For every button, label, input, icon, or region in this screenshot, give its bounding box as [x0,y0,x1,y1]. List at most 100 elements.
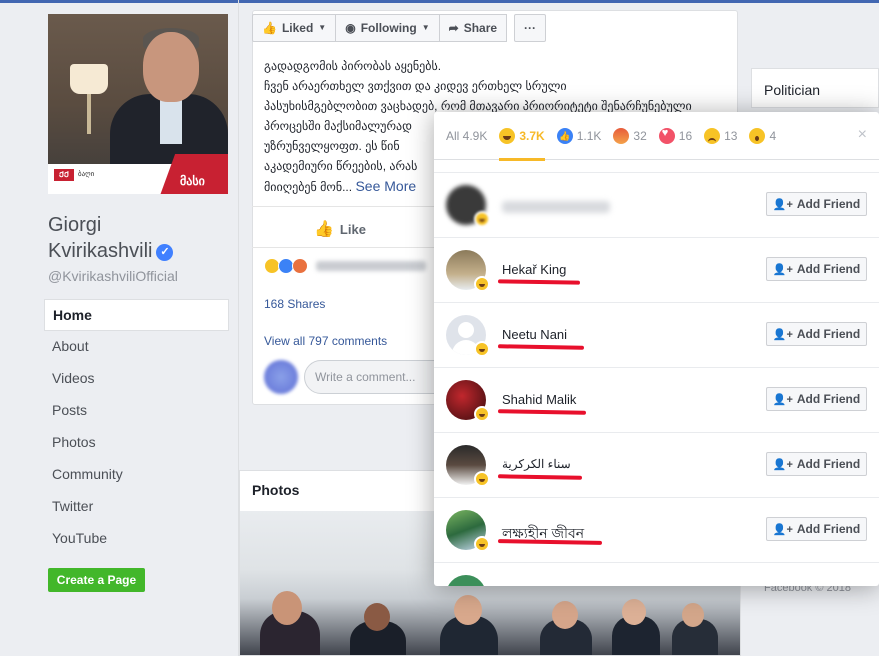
liked-label: Liked [281,21,314,35]
haha-icon [474,160,490,162]
add-friend-label: Add Friend [796,522,861,536]
add-friend-button[interactable]: 👤+ Add Friend [766,452,867,476]
add-person-icon: 👤+ [772,458,793,471]
avatar[interactable] [446,575,486,586]
avatar [264,360,298,394]
lamp-stand [87,94,91,134]
add-person-icon: 👤+ [772,328,793,341]
tab-haha[interactable]: 3.7K [499,112,546,161]
rss-icon: ◉ [345,21,356,35]
annotation-underline [497,474,583,480]
nav-item-home[interactable]: Home [44,299,229,331]
person-head [454,595,482,625]
haha-icon [474,341,490,357]
like-icon: 👍 [556,127,573,144]
view-comments-link[interactable]: View all 797 comments [264,334,387,348]
shares-count[interactable]: 168 Shares [264,297,325,311]
add-person-icon: 👤+ [772,263,793,276]
list-item: سناء الكركرية 👤+ Add Friend [434,433,879,498]
like-label: Like [339,221,366,237]
share-button[interactable]: ➦ Share [438,14,508,42]
photos-title[interactable]: Photos [252,482,299,498]
nav-item-videos[interactable]: Videos [44,363,229,395]
reactor-name[interactable]: Neetu Nani [502,327,567,342]
add-friend-label: Add Friend [796,262,861,276]
add-person-icon: 👤+ [772,393,793,406]
more-options-button[interactable]: ··· [514,14,547,42]
liked-button[interactable]: 👍 Liked ▼ [252,14,337,42]
add-person-icon: 👤+ [772,198,793,211]
add-friend-button[interactable]: 👤+ Add Friend [766,322,867,346]
tab-like-count: 1.1K [576,128,602,143]
close-icon[interactable]: × [858,126,867,144]
tab-like[interactable]: 👍 1.1K [556,112,602,160]
annotation-underline [497,279,581,285]
haha-icon [474,406,490,422]
love-icon [658,127,675,144]
party-logo: ᲥᲥ [54,169,74,181]
sad-icon [704,127,721,144]
following-label: Following [360,21,417,35]
share-label: Share [463,21,498,35]
nav-item-posts[interactable]: Posts [44,395,229,427]
add-friend-label: Add Friend [796,327,861,341]
angry-icon [613,127,630,144]
list-item [434,563,879,586]
nav-item-youtube[interactable]: YouTube [44,523,229,555]
tab-all[interactable]: All 4.9K [446,112,487,160]
add-friend-button[interactable]: 👤+ Add Friend [766,387,867,411]
top-bar [0,0,879,3]
profile-picture[interactable]: ᲥᲥ ბაღი მასი [48,14,228,194]
tab-angry-count: 32 [633,128,647,143]
add-person-icon: 👤+ [772,523,793,536]
reactor-name[interactable]: Shahid Malik [502,392,576,407]
nav-item-photos[interactable]: Photos [44,427,229,459]
campaign-mark: მასი [180,174,205,188]
add-friend-label: Add Friend [796,392,861,406]
nav-item-twitter[interactable]: Twitter [44,491,229,523]
reactor-name[interactable]: Hekař King [502,262,566,277]
tab-love[interactable]: 16 [658,112,692,160]
nav-item-community[interactable]: Community [44,459,229,491]
reactions-dialog: All 4.9K 3.7K 👍 1.1K 32 16 13 4 × [434,112,879,586]
like-button[interactable]: 👍 Like [314,219,366,239]
tab-wow[interactable]: 4 [749,112,776,160]
list-item: লক্ষ্যহীন জীবন 👤+ Add Friend [434,498,879,563]
add-friend-button[interactable]: 👤+ Add Friend [766,517,867,541]
reactor-name[interactable]: سناء الكركرية [502,457,571,471]
page-nav: Home About Videos Posts Photos Community… [44,299,229,555]
tab-sad-count: 13 [724,128,738,143]
reaction-tabs: All 4.9K 3.7K 👍 1.1K 32 16 13 4 × [434,112,879,161]
default-avatar-head [458,322,474,338]
person-head [272,591,302,625]
category-card: Politician [751,68,879,108]
following-button[interactable]: ◉ Following ▼ [335,14,440,42]
list-item: Neetu Nani 👤+ Add Friend [434,303,879,368]
blurred-reactor-name [502,201,610,213]
page-handle[interactable]: @KvirikashviliOfficial [48,268,178,284]
nav-item-about[interactable]: About [44,331,229,363]
person-head [622,599,646,625]
shirt-shape [160,96,182,144]
page-category[interactable]: Politician [764,82,820,98]
person-head [364,603,390,631]
haha-icon [474,276,490,292]
tab-angry[interactable]: 32 [613,112,647,160]
list-item [434,160,879,173]
thumb-up-outline-icon: 👍 [314,221,334,238]
see-more-link[interactable]: See More [355,178,416,194]
page-title[interactable]: Giorgi Kvirikashvili ✓ [48,212,228,264]
reactions-summary[interactable] [264,258,426,274]
haha-icon [474,471,490,487]
tab-sad[interactable]: 13 [704,112,737,160]
haha-icon [474,211,490,227]
list-item: Hekař King 👤+ Add Friend [434,238,879,303]
angry-icon [292,258,308,274]
add-friend-button[interactable]: 👤+ Add Friend [766,257,867,281]
create-page-button[interactable]: Create a Page [48,568,145,592]
add-friend-button[interactable]: 👤+ Add Friend [766,192,867,216]
post-line: გადადგომის პირობას აყენებს. [264,59,442,73]
add-friend-label: Add Friend [796,197,861,211]
haha-icon [499,127,516,144]
reactor-list[interactable]: 👤+ Add Friend Hekař King 👤+ Add Friend N… [434,160,879,586]
